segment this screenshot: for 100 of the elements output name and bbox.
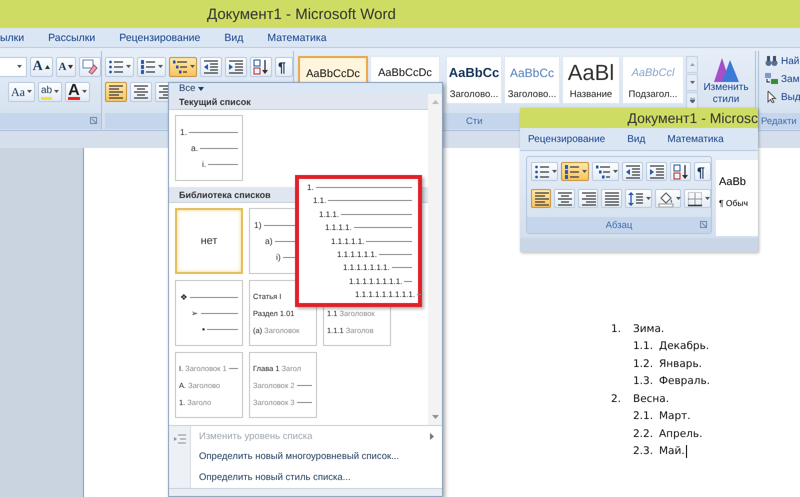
list-number: 2.2.: [633, 428, 654, 440]
sort-button[interactable]: [670, 162, 691, 181]
borders-button[interactable]: [684, 189, 711, 208]
align-left-icon: [534, 190, 550, 206]
list-style-tile[interactable]: ❖ ➢ ▪: [175, 280, 243, 346]
find-button[interactable]: Най: [765, 55, 800, 67]
scrollbar[interactable]: [428, 94, 442, 425]
decrease-indent-button[interactable]: [622, 162, 644, 181]
multilevel-list-button[interactable]: [592, 162, 620, 181]
list-number: 1.2.: [633, 358, 654, 370]
list-item-text: Зима.: [633, 322, 664, 335]
menu-item[interactable]: Определить новый многоуровневый список...: [199, 451, 442, 462]
center-button[interactable]: [554, 189, 575, 208]
highlight-button[interactable]: ab: [38, 82, 62, 102]
list-item-text: Весна.: [633, 392, 670, 405]
style-preset[interactable]: AaBl Название: [562, 56, 620, 104]
caret-icon: [612, 170, 618, 174]
list-number: 2.3.: [633, 445, 654, 458]
style-preset[interactable]: AaBbCcl Подзагол...: [622, 56, 684, 104]
ribbon-tab[interactable]: Вид: [627, 134, 646, 144]
ribbon-tab[interactable]: Рецензирование: [528, 134, 606, 144]
bullets-button[interactable]: [531, 162, 558, 181]
caret-icon: [126, 65, 131, 69]
ribbon-tab[interactable]: Рецензирование: [107, 32, 212, 44]
clear-formatting-button[interactable]: [79, 57, 101, 77]
font-size-field[interactable]: [0, 57, 27, 77]
ribbon-tab[interactable]: ылки: [0, 32, 36, 44]
numbering-button[interactable]: [561, 162, 589, 181]
paint-bucket-icon: [658, 190, 674, 206]
change-case-button[interactable]: Aa: [8, 82, 35, 102]
numbering-button[interactable]: [136, 57, 166, 77]
caret-icon: [27, 90, 32, 94]
shrink-font-button[interactable]: A: [56, 57, 76, 77]
caret-icon: [158, 65, 163, 69]
bullets-button[interactable]: [105, 57, 134, 77]
list-item-text: Декабрь.: [659, 340, 710, 352]
show-marks-button[interactable]: ¶: [274, 57, 293, 77]
style-preset[interactable]: AaBb ¶ Обыч: [716, 160, 758, 236]
align-left-button[interactable]: [105, 82, 127, 102]
style-preset[interactable]: AaBbCc Заголово...: [446, 56, 502, 104]
list-number: 1.3.: [633, 375, 654, 388]
align-right-button[interactable]: [578, 189, 598, 208]
ribbon-tab[interactable]: Математика: [255, 32, 339, 44]
list-number: 1.: [611, 322, 622, 335]
list-style-tile[interactable]: нет: [175, 208, 243, 274]
text-cursor: [686, 444, 688, 458]
eraser-icon: [82, 59, 98, 75]
center-button[interactable]: [130, 82, 152, 102]
line-spacing-button[interactable]: [624, 189, 652, 208]
list-item-text: Январь.: [659, 358, 702, 370]
ribbon-tab[interactable]: Вид: [212, 32, 256, 44]
increase-indent-button[interactable]: [225, 57, 248, 77]
more-button[interactable]: [686, 92, 698, 109]
window-title: Документ1 - Microsoft Word: [207, 6, 396, 22]
grow-font-button[interactable]: A: [30, 57, 53, 77]
list-level-icon: [174, 434, 186, 444]
decrease-indent-button[interactable]: [200, 57, 222, 77]
multilevel-list-icon: [594, 164, 611, 180]
scroll-down-button[interactable]: [686, 74, 698, 91]
sort-icon: [253, 59, 270, 75]
change-styles-button[interactable]: Изменить стили: [698, 56, 754, 106]
caret-icon: [676, 196, 680, 200]
align-left-button[interactable]: [531, 189, 552, 208]
style-preset[interactable]: AaBbCc Заголово...: [504, 56, 560, 104]
down-arrow-icon: [432, 415, 438, 419]
dialog-launcher-icon: [700, 221, 707, 228]
bulleted-list-icon: [108, 59, 124, 75]
borders-icon: [687, 190, 704, 206]
show-marks-button[interactable]: ¶: [694, 162, 711, 181]
more-icon: [690, 98, 694, 103]
dialog-launcher-icon: [90, 117, 97, 124]
bulleted-list-icon: [534, 164, 550, 180]
caret-icon: [190, 65, 195, 69]
sort-button[interactable]: [250, 57, 272, 77]
increase-indent-button[interactable]: [646, 162, 668, 181]
resize-grip[interactable]: [169, 488, 442, 496]
sort-icon: [673, 164, 690, 180]
list-style-tile[interactable]: 1. a. i.: [175, 115, 243, 181]
caret-up-icon: [44, 65, 50, 69]
window-title: Документ1 - Microsc: [627, 110, 758, 126]
font-color-button[interactable]: A: [65, 82, 90, 102]
binoculars-icon: [765, 55, 778, 67]
styles-icon: [712, 56, 740, 82]
list-item-text: Март.: [659, 410, 691, 422]
multilevel-list-icon: [172, 59, 188, 75]
shading-button[interactable]: [654, 189, 682, 208]
group-label: Абзац: [606, 220, 632, 230]
align-center-icon: [557, 190, 574, 206]
multilevel-list-button[interactable]: [168, 57, 198, 77]
replace-icon: [765, 73, 778, 85]
increase-indent-icon: [649, 164, 666, 180]
list-item-text: Февраль.: [659, 375, 710, 388]
ribbon-tab[interactable]: Рассылки: [36, 32, 108, 44]
replace-button[interactable]: Зам: [765, 73, 800, 85]
ribbon-tab[interactable]: Математика: [667, 134, 724, 144]
list-number: 2.1.: [633, 410, 654, 422]
justify-button[interactable]: [601, 189, 622, 208]
filter-dropdown[interactable]: Все: [179, 83, 196, 94]
menu-item[interactable]: Определить новый стиль списка...: [199, 472, 442, 484]
caret-icon: [552, 170, 557, 174]
